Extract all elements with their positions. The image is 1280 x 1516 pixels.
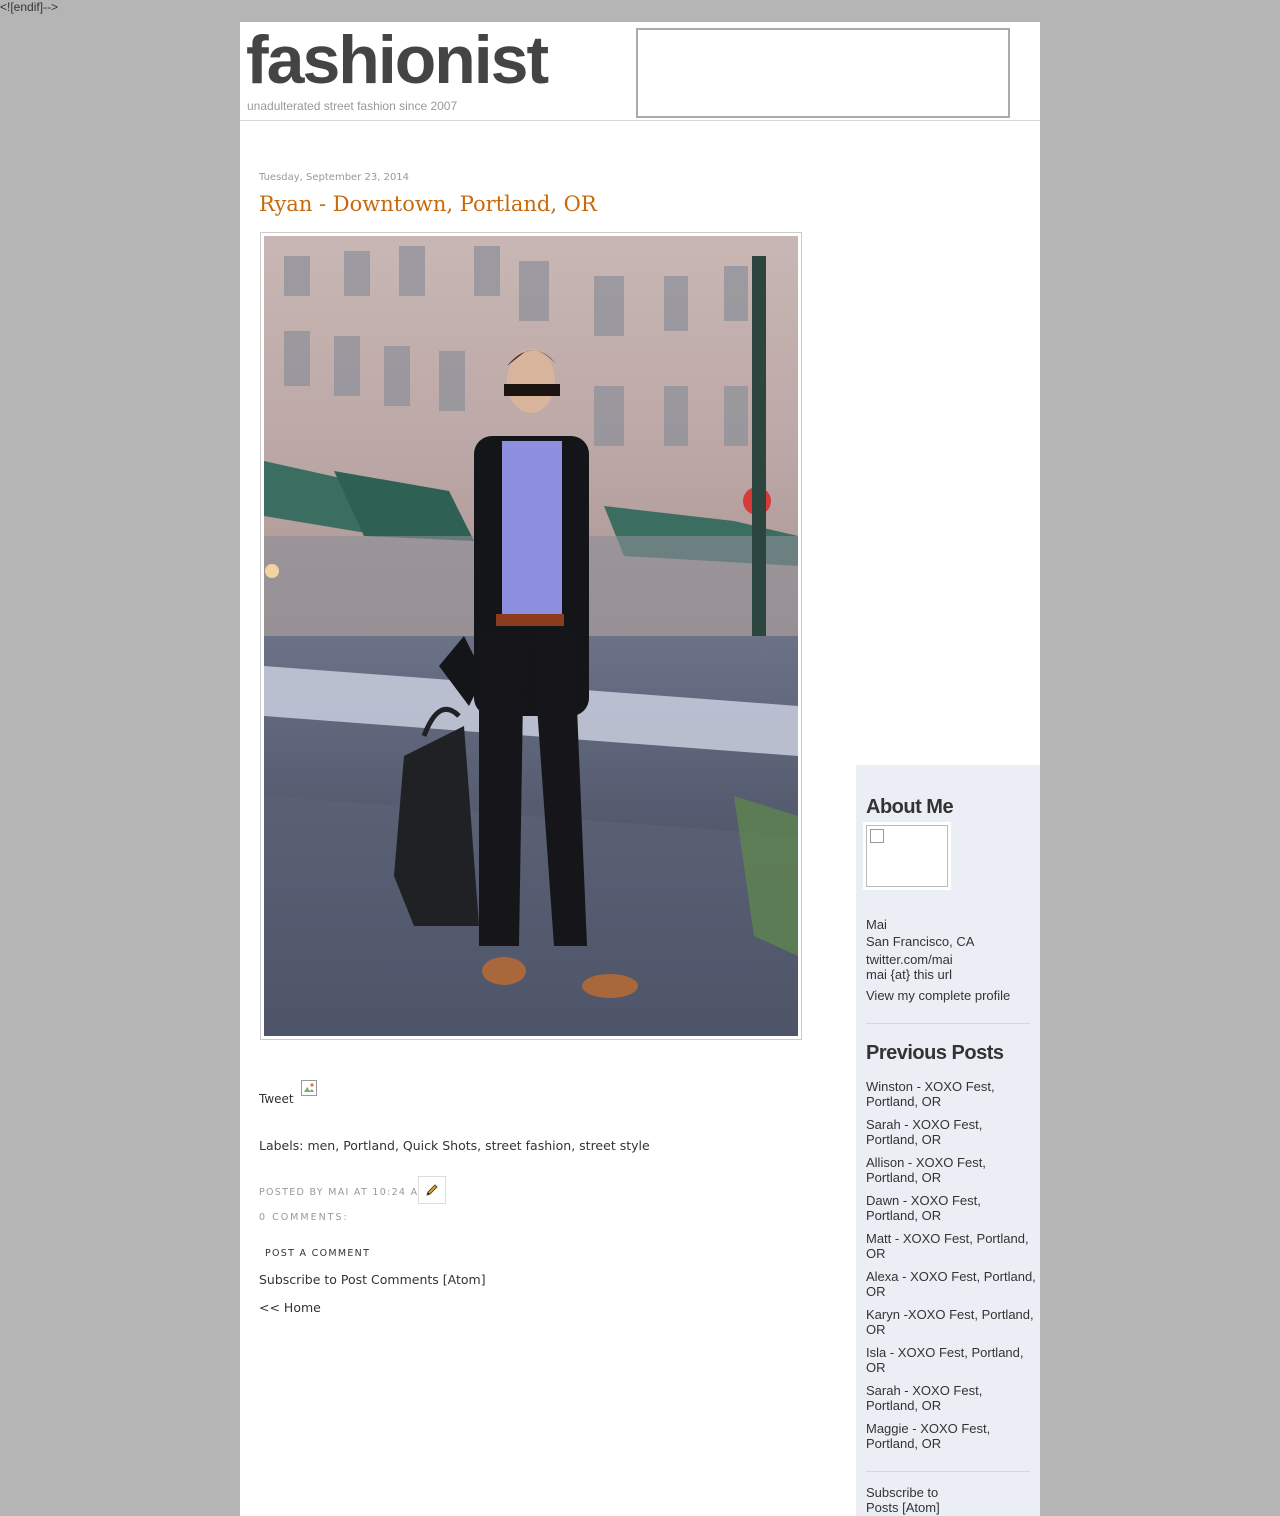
- labels-prefix: Labels:: [259, 1138, 304, 1153]
- list-item: Karyn -XOXO Fest, Portland, OR: [866, 1307, 1036, 1337]
- tweet-button[interactable]: Tweet: [259, 1092, 294, 1106]
- page-container: fashionist unadulterated street fashion …: [240, 22, 1040, 1516]
- post-byline: Posted by Mai at 10:24 AM: [259, 1176, 446, 1204]
- previous-post-link[interactable]: Winston - XOXO Fest, Portland, OR: [866, 1079, 995, 1109]
- list-item: Matt - XOXO Fest, Portland, OR: [866, 1231, 1036, 1261]
- label-link[interactable]: Portland: [343, 1138, 395, 1153]
- sidebar-divider: [866, 1023, 1030, 1024]
- about-me-heading: About Me: [866, 796, 954, 818]
- posted-by-text: Posted by Mai at 10:24 AM: [259, 1187, 428, 1198]
- post-photo[interactable]: [264, 236, 798, 1036]
- previous-post-link[interactable]: Sarah - XOXO Fest, Portland, OR: [866, 1383, 982, 1413]
- previous-post-link[interactable]: Matt - XOXO Fest, Portland, OR: [866, 1231, 1029, 1261]
- list-item: Dawn - XOXO Fest, Portland, OR: [866, 1193, 1036, 1223]
- label-link[interactable]: street fashion: [485, 1138, 571, 1153]
- profile-name: Mai: [866, 917, 887, 932]
- main-content: Tuesday, September 23, 2014 Ryan - Downt…: [259, 172, 819, 1315]
- comments-count: 0 comments:: [259, 1212, 349, 1223]
- previous-posts-heading: Previous Posts: [866, 1042, 1004, 1064]
- list-item: Maggie - XOXO Fest, Portland, OR: [866, 1421, 1036, 1451]
- previous-posts-list: Winston - XOXO Fest, Portland, OR Sarah …: [866, 1079, 1036, 1459]
- subscribe-comments-link[interactable]: Subscribe to Post Comments [Atom]: [259, 1272, 486, 1287]
- label-link[interactable]: Quick Shots: [403, 1138, 477, 1153]
- header-ad-box: [636, 28, 1010, 118]
- label-link[interactable]: street style: [579, 1138, 650, 1153]
- site-tagline: unadulterated street fashion since 2007: [247, 99, 458, 113]
- list-item: Alexa - XOXO Fest, Portland, OR: [866, 1269, 1036, 1299]
- post-photo-frame: [260, 232, 802, 1040]
- post-comment-link[interactable]: Post a Comment: [265, 1248, 370, 1259]
- list-item: Allison - XOXO Fest, Portland, OR: [866, 1155, 1036, 1185]
- previous-post-link[interactable]: Allison - XOXO Fest, Portland, OR: [866, 1155, 986, 1185]
- profile-image[interactable]: [863, 822, 951, 890]
- list-item: Sarah - XOXO Fest, Portland, OR: [866, 1383, 1036, 1413]
- previous-post-link[interactable]: Dawn - XOXO Fest, Portland, OR: [866, 1193, 981, 1223]
- previous-post-link[interactable]: Isla - XOXO Fest, Portland, OR: [866, 1345, 1024, 1375]
- list-item: Winston - XOXO Fest, Portland, OR: [866, 1079, 1036, 1109]
- site-title-link[interactable]: fashionist: [246, 22, 549, 98]
- post-title: Ryan - Downtown, Portland, OR: [259, 192, 597, 216]
- label-link[interactable]: men: [307, 1138, 335, 1153]
- edit-pencil-icon[interactable]: [418, 1176, 446, 1204]
- subscribe-posts-link[interactable]: Subscribe to Posts [Atom]: [866, 1485, 956, 1515]
- profile-email: mai {at} this url: [866, 967, 952, 982]
- list-item: Isla - XOXO Fest, Portland, OR: [866, 1345, 1036, 1375]
- broken-image-icon[interactable]: [301, 1080, 317, 1096]
- stray-conditional-comment-text: <![endif]-->: [0, 0, 59, 14]
- profile-twitter: twitter.com/mai: [866, 952, 953, 967]
- previous-post-link[interactable]: Sarah - XOXO Fest, Portland, OR: [866, 1117, 982, 1147]
- blog-header: fashionist unadulterated street fashion …: [240, 22, 1040, 121]
- post-labels: Labels: men, Portland, Quick Shots, stre…: [259, 1138, 650, 1153]
- sidebar-divider: [866, 1471, 1030, 1472]
- post-date: Tuesday, September 23, 2014: [259, 172, 410, 183]
- list-item: Sarah - XOXO Fest, Portland, OR: [866, 1117, 1036, 1147]
- view-profile-link[interactable]: View my complete profile: [866, 988, 1010, 1003]
- sidebar: About Me Mai San Francisco, CA twitter.c…: [856, 765, 1040, 1516]
- tweet-row: Tweet: [259, 1080, 317, 1106]
- profile-location: San Francisco, CA: [866, 934, 975, 949]
- home-link[interactable]: << Home: [259, 1300, 321, 1315]
- broken-image-icon: [870, 829, 884, 843]
- previous-post-link[interactable]: Alexa - XOXO Fest, Portland, OR: [866, 1269, 1036, 1299]
- previous-post-link[interactable]: Karyn -XOXO Fest, Portland, OR: [866, 1307, 1034, 1337]
- previous-post-link[interactable]: Maggie - XOXO Fest, Portland, OR: [866, 1421, 990, 1451]
